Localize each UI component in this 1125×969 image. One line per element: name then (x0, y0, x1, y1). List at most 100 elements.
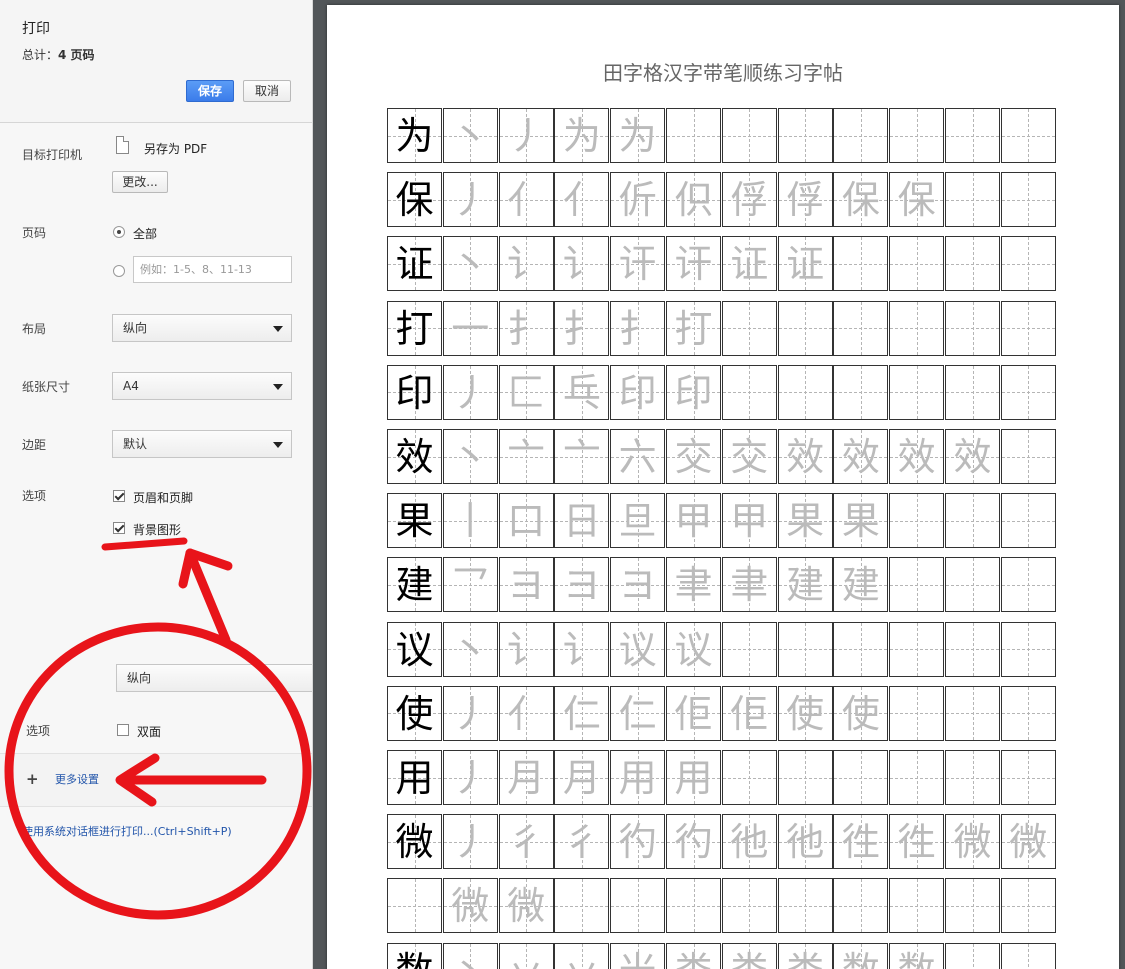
model-character: 果 (395, 499, 434, 544)
grid-guide-vertical (972, 365, 974, 419)
grid-guide-vertical (1028, 879, 1030, 933)
paper-size-label: 纸张尺寸 (22, 380, 71, 394)
grid-cell: 月 (554, 750, 610, 805)
pages-custom-radio[interactable] (113, 265, 125, 277)
stroke-order-character: 娄 (667, 944, 720, 969)
grid-guide-vertical (414, 879, 416, 933)
zoomed-layout-value: 纵向 (127, 671, 152, 685)
model-character: 保 (395, 178, 434, 223)
grid-cell: 用 (666, 750, 721, 805)
grid-guide-vertical (972, 301, 974, 355)
grid-guide-vertical (805, 879, 807, 933)
stroke-order-character: 伒 (618, 178, 657, 223)
model-character: 议 (395, 627, 434, 672)
grid-cell: 使 (833, 685, 889, 741)
grid-cell (833, 878, 889, 934)
stroke-order-character: 建 (786, 563, 825, 608)
save-button[interactable]: 保存 (186, 80, 234, 102)
stroke-order-character: 保 (841, 178, 880, 223)
grid-cell: 数 (833, 942, 889, 969)
margins-select[interactable]: 默认 (112, 430, 292, 458)
grid-cell (833, 300, 889, 356)
stroke-order-character: 六 (618, 435, 657, 479)
cancel-button[interactable]: 取消 (243, 80, 291, 102)
stroke-order-character: 匚 (507, 370, 546, 415)
stroke-order-character: 交 (674, 435, 713, 479)
grid-cell: 数 (889, 942, 945, 969)
stroke-order-character: 微 (953, 820, 992, 865)
more-settings-row[interactable] (0, 753, 312, 807)
page-range-placeholder: 例如：1-5、8、11-13 (140, 263, 252, 276)
stroke-order-character: 甲 (674, 499, 713, 544)
grid-cell: 微 (1000, 814, 1056, 870)
page-total-label: 总计： (22, 48, 59, 62)
stroke-order-character: 口 (507, 499, 546, 544)
layout-select[interactable]: 纵向 (112, 314, 292, 342)
grid-cell: 印 (387, 364, 442, 420)
more-settings-link[interactable]: 更多设置 (55, 771, 99, 787)
stroke-order-character: 丿 (451, 820, 490, 865)
grid-cell (889, 300, 945, 356)
preview-page: 田字格汉字带笔顺练习字帖 为丶丿为为保丿亻亻伒伿俘俘保保证丶讠讠讦讦证证打一扌扌… (327, 5, 1119, 969)
stroke-order-character: 亻 (507, 691, 546, 736)
model-character: 微 (395, 820, 434, 865)
grid-cell: 丷 (554, 942, 610, 969)
stroke-order-character: 甲 (730, 499, 769, 544)
destination-label: 目标打印机 (22, 148, 83, 162)
stroke-order-character: 丷 (500, 944, 553, 969)
grid-cell (1000, 364, 1056, 420)
grid-cell (1000, 300, 1056, 356)
grid-cell: 交 (666, 429, 721, 484)
grid-cell: 微 (498, 878, 554, 934)
grid-guide-vertical (916, 686, 918, 740)
grid-cell: 证 (721, 236, 777, 292)
grid-guide-vertical (1028, 173, 1030, 227)
stroke-order-character: 丶 (451, 114, 490, 158)
grid-cell: 建 (833, 557, 889, 613)
stroke-order-character: 微 (507, 884, 546, 929)
grid-cell: 俘 (721, 172, 777, 228)
grid-cell: 娄 (721, 942, 777, 969)
stroke-order-character: 亠 (562, 435, 601, 479)
grid-guide-vertical (860, 622, 862, 676)
stroke-order-character: 彳 (507, 820, 546, 865)
stroke-order-character: 丶 (451, 627, 490, 672)
page-range-input[interactable]: 例如：1-5、8、11-13 (133, 256, 292, 283)
stroke-order-character: 打 (674, 306, 713, 351)
grid-cell: 用 (387, 750, 442, 805)
change-destination-button[interactable]: 更改... (112, 171, 168, 193)
grid-guide-vertical (637, 879, 639, 933)
paper-size-select[interactable]: A4 (112, 372, 292, 400)
stroke-order-character: 彳 (562, 820, 601, 865)
grid-cell (833, 236, 889, 292)
grid-guide-vertical (749, 365, 751, 419)
grid-cell (945, 878, 1000, 934)
background-graphics-checkbox[interactable] (113, 522, 125, 534)
model-character: 证 (395, 242, 434, 287)
system-dialog-link[interactable]: 使用系统对话框进行打印...(Ctrl+Shift+P) (22, 823, 232, 839)
grid-guide-vertical (972, 943, 974, 969)
stroke-order-character: ヨ (562, 563, 601, 608)
zoomed-layout-select[interactable]: 纵向 (116, 664, 312, 692)
duplex-checkbox[interactable] (117, 724, 129, 736)
grid-cell (833, 750, 889, 805)
grid-cell: 聿 (666, 557, 721, 613)
grid-cell (721, 364, 777, 420)
stroke-order-character: 用 (674, 756, 713, 800)
stroke-order-character: 数 (834, 944, 887, 969)
print-preview-viewer[interactable]: 田字格汉字带笔顺练习字帖 为丶丿为为保丿亻亻伒伿俘俘保保证丶讠讠讦讦证证打一扌扌… (313, 0, 1125, 969)
margins-label: 边距 (22, 438, 47, 452)
grid-cell: 保 (889, 172, 945, 228)
grid-cell: 议 (666, 621, 721, 677)
stroke-order-character: 使 (841, 691, 880, 736)
grid-cell (666, 108, 721, 163)
grid-cell: 扌 (498, 300, 554, 356)
print-title: 打印 (22, 21, 50, 37)
grid-cell: 讦 (610, 236, 666, 292)
grid-cell: 丿 (498, 108, 554, 163)
headers-footers-checkbox[interactable] (113, 490, 125, 502)
pages-all-radio[interactable] (113, 226, 125, 238)
stroke-order-character: 讠 (562, 627, 601, 672)
grid-cell (889, 878, 945, 934)
grid-cell: 聿 (721, 557, 777, 613)
